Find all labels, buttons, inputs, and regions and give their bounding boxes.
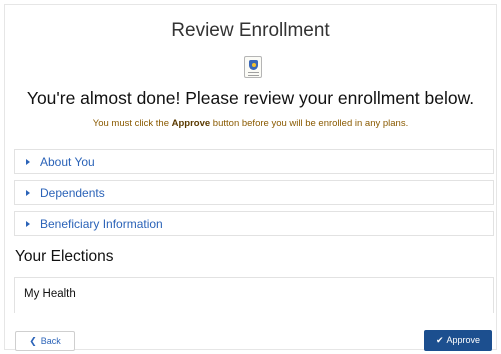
accordion-dependents[interactable]: Dependents — [14, 180, 494, 205]
back-button-label: Back — [40, 336, 61, 346]
page-title: Review Enrollment — [171, 20, 330, 41]
accordion-label: Beneficiary Information — [40, 217, 163, 231]
accordion-about-you[interactable]: About You — [14, 149, 494, 174]
back-button[interactable]: ❮ Back — [15, 331, 75, 351]
notice-approve-word: Approve — [171, 118, 211, 129]
notice-prefix: You must click the — [92, 118, 172, 129]
caret-right-icon — [26, 190, 30, 196]
document-line — [248, 72, 259, 73]
your-elections-title: Your Elections — [15, 248, 114, 265]
election-label: My Health — [24, 288, 76, 300]
shield-icon — [249, 60, 258, 70]
document-shield-icon — [244, 56, 262, 78]
accordion-label: Dependents — [40, 186, 105, 200]
accordion-label: About You — [40, 155, 95, 169]
chevron-left-icon: ❮ — [29, 336, 37, 346]
review-headline: You're almost done! Please review your e… — [26, 88, 475, 108]
accordion-beneficiary-information[interactable]: Beneficiary Information — [14, 211, 494, 236]
document-line — [248, 75, 259, 76]
notice-suffix: button before you will be enrolled in an… — [210, 118, 409, 129]
caret-right-icon — [26, 159, 30, 165]
election-item-my-health: My Health — [14, 277, 494, 313]
approve-button[interactable]: ✔ Approve — [424, 330, 492, 351]
check-icon: ✔ — [435, 335, 444, 345]
approve-button-label: Approve — [446, 335, 481, 345]
approve-notice: You must click the Approve button before… — [0, 118, 501, 129]
caret-right-icon — [26, 221, 30, 227]
